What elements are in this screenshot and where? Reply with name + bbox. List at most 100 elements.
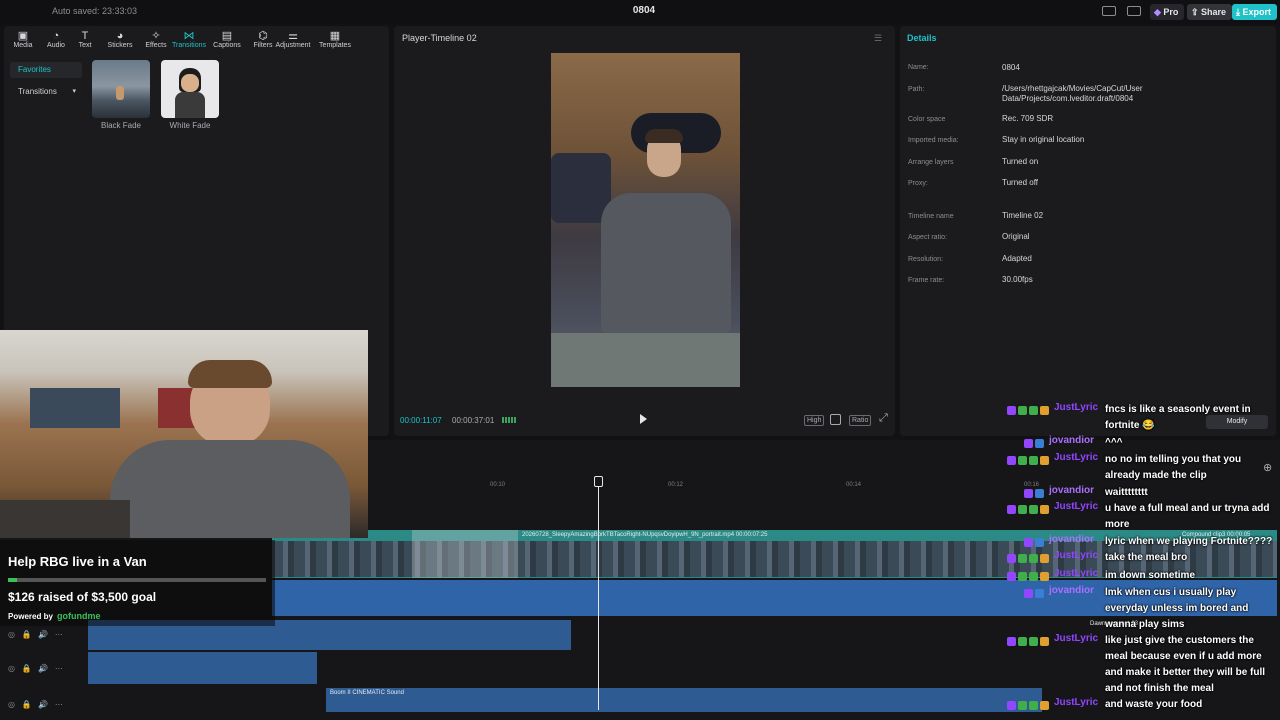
favorites-item[interactable]: Favorites [10,62,82,78]
chat-text: like just give the customers the meal bec… [1105,633,1277,697]
detail-value: Adapted [1002,254,1032,263]
chat-username: jovandior [1049,534,1095,545]
white-fade-thumbnail[interactable] [161,60,219,118]
badge-icon [1040,572,1049,581]
chat-badges [1007,701,1049,710]
tab-label: Stickers [107,42,133,49]
tab-templates[interactable]: ▦ Templates [316,30,354,49]
detail-label: Arrange layers [908,159,954,166]
details-panel: Details Name: 0804 Path: /Users/rhettgaj… [900,26,1276,436]
badge-icon [1029,637,1038,646]
chat-message: jovandior ^^^ [0,435,1280,451]
chat-line: fortnite 😂 [1105,420,1155,431]
chat-badges [1024,538,1044,547]
detail-value: Stay in original location [1002,135,1085,144]
tab-captions[interactable]: ▤ Captions [208,30,246,49]
chat-line: and waste your food [1105,699,1203,710]
chat-line: ^^^ [1105,437,1123,448]
chat-username: JustLyric [1054,452,1099,463]
chat-username: JustLyric [1054,501,1099,512]
chat-message: jovandior waitttttttt [0,485,1280,500]
detail-value: Timeline 02 [1002,211,1044,220]
chat-badges [1007,637,1049,646]
tab-stickers[interactable]: ◕ Stickers [101,30,139,49]
chat-text: and waste your food [1105,697,1277,713]
chat-line: fncs is like a seasonly event in [1105,404,1251,415]
chat-text: ^^^ [1105,435,1277,451]
detail-label: Color space [908,116,946,123]
badge-icon [1040,456,1049,465]
detail-label: Imported media: [908,137,959,144]
badge-icon [1035,439,1044,448]
tab-label: Captions [213,42,241,49]
chat-message: jovandior lmk when cus i usually play ever… [0,585,1280,630]
detail-value: Turned off [1002,178,1039,187]
player-menu-icon[interactable]: ☰ [874,33,882,44]
share-button[interactable]: ⇪ Share [1187,4,1233,20]
chat-line: like just give the customers the [1105,635,1254,646]
audio-clip-label: Boom II CINEMATIC Sound [330,690,404,696]
tab-label: Transitions [172,42,206,49]
detail-label: Frame rate: [908,277,945,284]
badge-icon [1024,489,1033,498]
badge-icon [1035,489,1044,498]
tab-label: Templates [319,42,351,49]
chat-line: meal because even if u add more [1105,651,1262,662]
hoodie-print [621,229,697,237]
chat-text: u have a full meal and ur tryna add more [1105,501,1277,533]
transitions-dropdown[interactable]: Transitions ▾ [10,84,82,100]
detail-value: Rec. 709 SDR [1002,114,1054,123]
chat-badges [1007,505,1049,514]
chat-text: fncs is like a seasonly event in fortnite… [1105,402,1277,434]
templates-icon: ▦ [329,30,341,42]
detail-value: Turned on [1002,157,1039,166]
share-label: Share [1201,7,1227,17]
detail-label: Resolution: [908,256,944,263]
detail-label: Name: [908,64,929,71]
chat-username: jovandior [1049,485,1095,496]
chat-username: JustLyric [1054,697,1099,708]
badge-icon [1007,701,1016,710]
chat-message: JustLyric u have a full meal and ur tryna… [0,501,1280,530]
tab-label: Filters [253,42,273,49]
chat-username: JustLyric [1054,568,1099,579]
badge-icon [1029,554,1038,563]
layout-icon[interactable] [1102,6,1116,16]
chat-message: JustLyric fncs is like a seasonly event i… [0,402,1280,431]
player-panel: Player-Timeline 02 ☰ 00:00:11:07 00:00:3… [394,26,895,436]
chat-badges [1024,489,1044,498]
adjustment-icon: ⚌ [288,30,298,42]
tab-label: Effects [145,42,167,49]
autosave-status: Auto saved: 23:33:03 [52,6,138,16]
tab-transitions[interactable]: ⋈ Transitions [170,30,208,49]
audio-clip-3[interactable] [88,652,317,684]
transitions-label: Transitions [18,87,57,96]
chat-text: lmk when cus i usually play everyday unle… [1105,585,1277,633]
chat-text: take the meal bro [1105,550,1277,566]
tab-adjustment[interactable]: ⚌ Adjustment [274,30,312,49]
tab-text[interactable]: T Text [66,30,104,49]
chat-username: JustLyric [1054,633,1099,644]
badge-icon [1024,439,1033,448]
badge-icon [1018,637,1027,646]
chat-username: jovandior [1049,435,1095,446]
chat-line: lmk when cus i usually play [1105,587,1237,598]
chevron-down-icon: ▾ [72,88,76,95]
track-controls[interactable]: ◎ 🔒 🔊 ⋯ [8,664,63,673]
tab-label: Media [13,42,33,49]
black-fade-thumbnail[interactable] [92,60,150,118]
badge-icon [1035,538,1044,547]
chat-username: JustLyric [1054,550,1099,561]
badge-icon [1029,505,1038,514]
badge-icon [1040,701,1049,710]
pro-button[interactable]: ◆ Pro [1150,4,1185,20]
export-button[interactable]: ⤓ Export [1232,4,1277,20]
video-preview[interactable] [551,53,740,387]
pro-label: Pro [1163,7,1179,17]
chat-line: take the meal bro [1105,552,1188,563]
menu-icon[interactable] [1127,6,1141,16]
badge-icon [1018,554,1027,563]
chat-line: more [1105,519,1130,530]
chat-badges [1024,589,1044,598]
detail-label: Aspect ratio: [908,234,947,241]
